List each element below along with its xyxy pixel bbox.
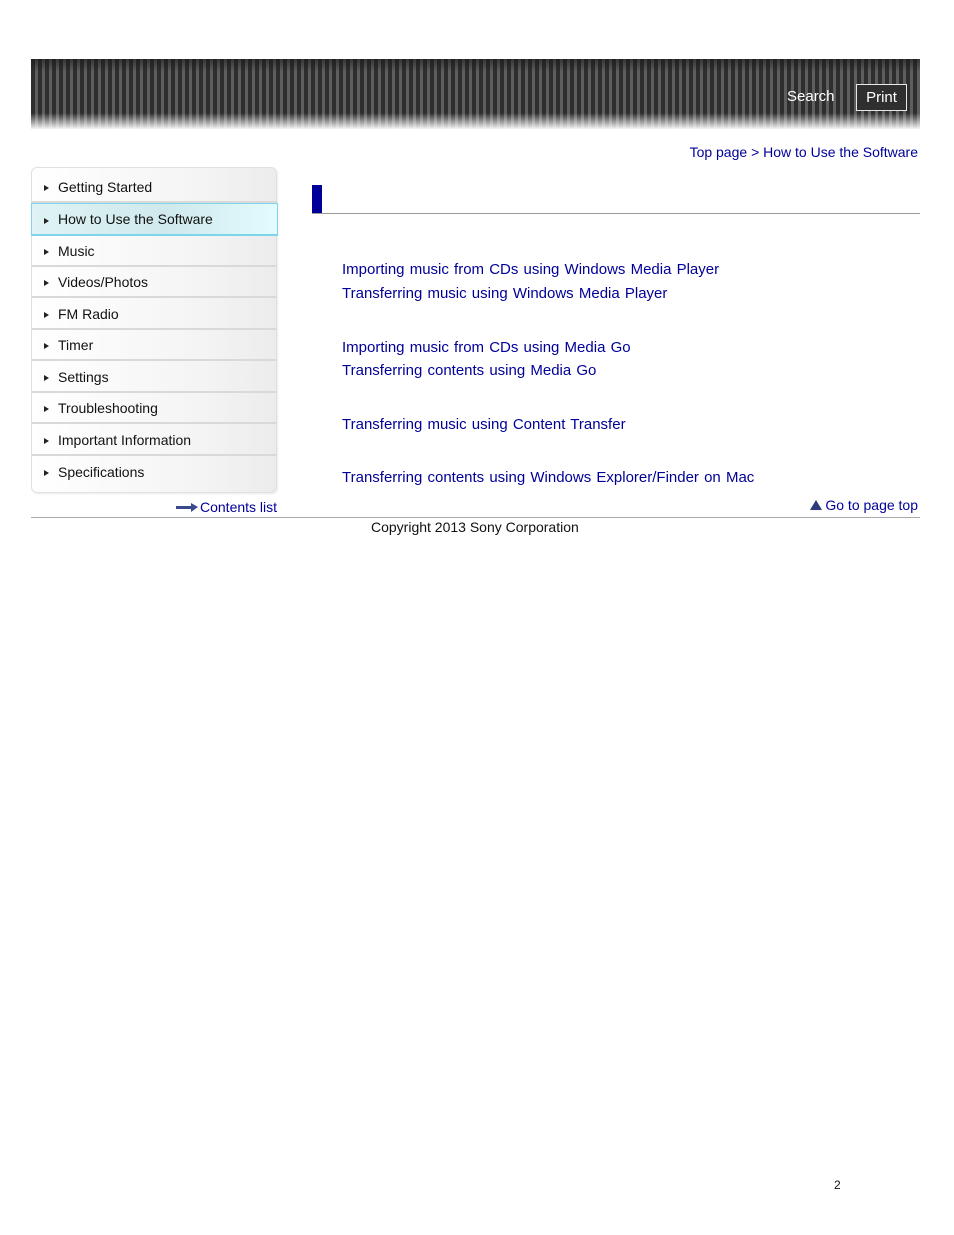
breadcrumb-current[interactable]: How to Use the Software [763,144,918,160]
arrow-right-icon [44,343,49,349]
arrow-right-icon [44,185,49,191]
page-number: 2 [834,1178,841,1192]
sidebar-item-troubleshooting[interactable]: Troubleshooting [32,393,277,424]
arrow-right-icon [44,280,49,286]
sidebar-item-settings[interactable]: Settings [32,362,277,393]
sidebar-item-specifications[interactable]: Specifications [32,456,277,487]
sidebar-item-label: FM Radio [58,305,119,322]
sidebar-item-label: Getting Started [58,178,153,195]
sidebar-item-label: Troubleshooting [58,399,158,416]
go-to-page-top-link[interactable]: Go to page top [810,497,918,513]
sidebar-item-label: Music [58,242,95,259]
sidebar-item-label: How to Use the Software [58,211,213,227]
sidebar-item-videos-photos[interactable]: Videos/Photos [32,267,277,298]
link-import-cds-wmp[interactable]: Importing music from CDs using Windows M… [342,261,719,278]
sidebar-item-how-to-use-the-software[interactable]: How to Use the Software [31,203,278,236]
arrow-right-icon [44,375,49,381]
footer-divider [31,517,920,518]
sidebar-nav: Getting Started How to Use the Software … [31,167,278,493]
contents-list-label: Contents list [200,499,278,515]
sidebar-item-timer[interactable]: Timer [32,330,277,361]
sidebar-item-label: Specifications [58,463,145,480]
arrow-right-icon [44,249,49,255]
sidebar-item-fm-radio[interactable]: FM Radio [32,299,277,330]
search-link[interactable]: Search [787,88,835,105]
link-transfer-explorer-finder[interactable]: Transferring contents using Windows Expl… [342,469,754,486]
sidebar-item-label: Videos/Photos [58,273,149,290]
page-title-underline [312,213,920,214]
link-transfer-content-transfer[interactable]: Transferring music using Content Transfe… [342,416,626,433]
link-transfer-contents-media-go[interactable]: Transferring contents using Media Go [342,362,596,379]
breadcrumb-separator: > [751,144,760,160]
sidebar-item-label: Settings [58,368,109,385]
arrow-right-icon [44,312,49,318]
triangle-up-icon [810,500,823,510]
link-import-cds-media-go[interactable]: Importing music from CDs using Media Go [342,339,631,356]
breadcrumb: Top page > How to Use the Software [690,144,918,160]
arrow-right-icon [176,503,198,512]
print-button[interactable]: Print [856,84,907,111]
arrow-right-icon [44,217,49,224]
sidebar-item-getting-started[interactable]: Getting Started [32,172,277,203]
arrow-right-icon [44,470,49,476]
arrow-right-icon [44,406,49,412]
copyright-text: Copyright 2013 Sony Corporation [371,519,579,535]
sidebar-item-music[interactable]: Music [32,236,277,267]
contents-list-link[interactable]: Contents list [176,499,277,515]
page-title-marker [312,185,322,214]
go-to-page-top-label: Go to page top [825,497,918,513]
sidebar-item-label: Timer [58,336,94,353]
link-transfer-music-wmp[interactable]: Transferring music using Windows Media P… [342,285,667,302]
arrow-right-icon [44,438,49,444]
breadcrumb-top-page[interactable]: Top page [690,144,748,160]
sidebar-item-important-information[interactable]: Important Information [32,425,277,456]
sidebar-item-label: Important Information [58,431,192,448]
